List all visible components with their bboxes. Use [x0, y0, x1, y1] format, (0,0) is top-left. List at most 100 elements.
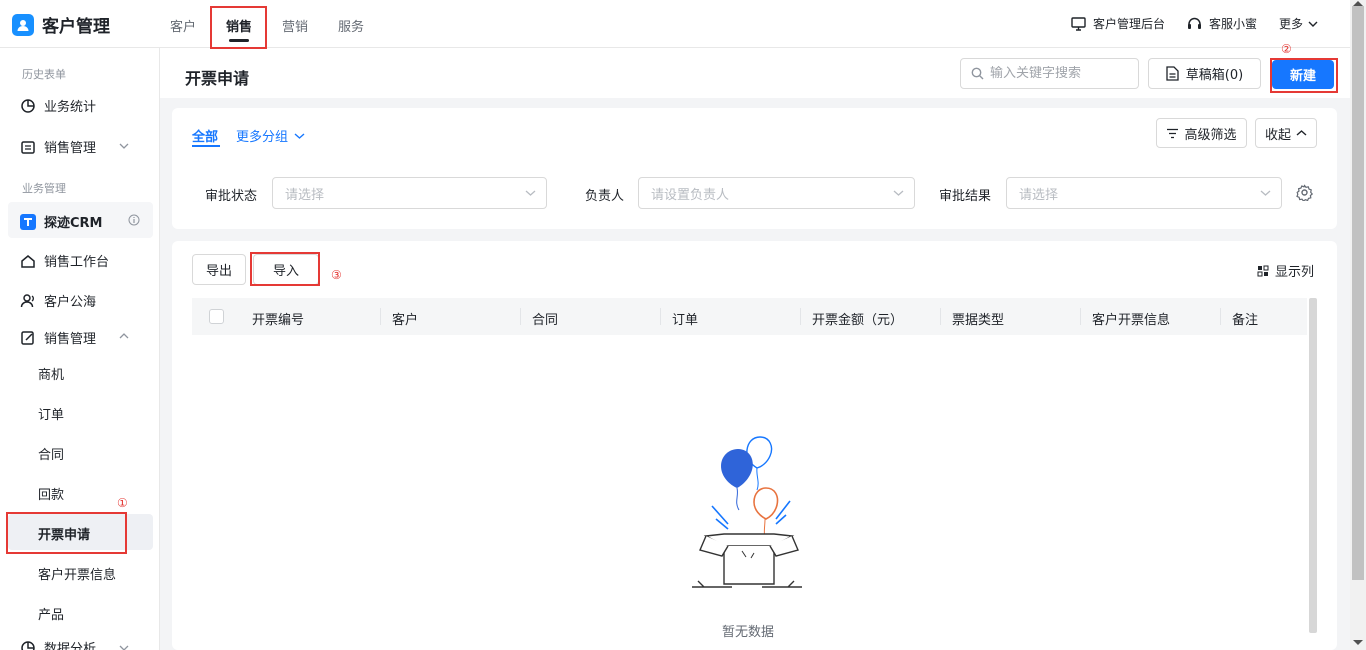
search-field[interactable]	[960, 58, 1139, 89]
info-icon[interactable]	[128, 214, 140, 226]
search-icon	[971, 67, 984, 80]
sidebar-item-stats[interactable]: 业务统计	[20, 96, 96, 115]
column-divider	[1080, 308, 1081, 325]
filter-icon	[1167, 128, 1179, 138]
users-icon	[20, 293, 34, 307]
table-scrollbar[interactable]	[1309, 298, 1317, 633]
column-divider	[380, 308, 381, 325]
chevron-down-icon[interactable]	[119, 142, 129, 150]
sidebar-sub-contracts[interactable]: 合同	[38, 444, 64, 463]
annotation-number-3: ③	[331, 268, 342, 282]
column-divider	[1220, 308, 1221, 325]
sidebar-sub-opportunity[interactable]: 商机	[38, 364, 64, 383]
chevron-down-icon[interactable]	[119, 644, 129, 650]
sidebar-item-sales-mgmt[interactable]: 销售管理	[20, 328, 96, 347]
page-title: 开票申请	[185, 69, 250, 88]
column-header[interactable]: 订单	[672, 309, 698, 328]
user-icon	[12, 13, 34, 36]
column-header[interactable]: 合同	[532, 309, 558, 328]
sidebar-item-label: 客户公海	[44, 295, 97, 310]
sidebar-item-label: 销售管理	[44, 141, 97, 156]
column-header[interactable]: 备注	[1232, 309, 1258, 328]
search-input[interactable]	[990, 66, 1130, 81]
column-divider	[520, 308, 521, 325]
column-header[interactable]: 开票金额（元）	[812, 309, 903, 328]
scroll-down-arrow[interactable]	[1353, 640, 1363, 645]
sidebar-item-label: 销售工作台	[44, 255, 110, 270]
sidebar-item-analysis[interactable]: 数据分析	[20, 638, 96, 650]
empty-box-illustration	[692, 436, 802, 588]
chevron-down-icon	[525, 190, 536, 196]
nav-tab-marketing[interactable]: 营销	[282, 16, 308, 35]
advanced-filter-button[interactable]: 高级筛选	[1156, 118, 1247, 148]
sidebar-sub-products[interactable]: 产品	[38, 604, 64, 623]
drafts-label: 草稿箱(0)	[1185, 68, 1244, 83]
sidebar-sub-orders[interactable]: 订单	[38, 404, 64, 423]
app-title: 客户管理	[42, 17, 110, 37]
approval-result-select[interactable]: 请选择	[1006, 177, 1282, 209]
nav-tab-customer[interactable]: 客户	[170, 16, 196, 35]
nav-tab-service[interactable]: 服务	[338, 16, 364, 35]
page-scrollbar-thumb[interactable]	[1352, 6, 1364, 580]
page-header: 开票申请 草稿箱(0) 新建	[160, 48, 1350, 98]
approval-result-label: 审批结果	[939, 189, 992, 204]
sidebar-sub-payments[interactable]: 回款	[38, 484, 64, 503]
annotation-box-import-button	[250, 252, 320, 286]
column-divider	[800, 308, 801, 325]
app-logo[interactable]: 客户管理	[12, 12, 110, 37]
customer-service-link[interactable]: 客服小蜜	[1187, 15, 1257, 32]
sidebar-item-label: 业务统计	[44, 100, 97, 115]
approval-status-select[interactable]: 请选择	[272, 177, 547, 209]
tab-all[interactable]: 全部	[192, 126, 218, 145]
sidebar-item-customer-pool[interactable]: 客户公海	[20, 291, 96, 310]
monitor-icon	[1071, 16, 1086, 31]
sidebar-item-sales-mgmt-history[interactable]: 销售管理	[20, 137, 96, 156]
chevron-down-icon	[294, 132, 305, 139]
annotation-box-new-button	[1270, 58, 1338, 93]
admin-console-link[interactable]: 客户管理后台	[1071, 15, 1165, 32]
sidebar-section-history: 历史表单	[22, 68, 66, 81]
select-all-checkbox[interactable]	[209, 309, 224, 324]
filter-panel: 全部 更多分组 高级筛选 收起 审批状态 请选择 负责人 请设置负责人 审批结果…	[172, 108, 1337, 229]
column-header[interactable]: 开票编号	[252, 309, 304, 328]
column-header[interactable]: 票据类型	[952, 309, 1004, 328]
annotation-number-2: ②	[1281, 42, 1292, 56]
advanced-filter-label: 高级筛选	[1184, 127, 1237, 143]
drafts-button[interactable]: 草稿箱(0)	[1148, 58, 1261, 89]
home-icon	[21, 254, 35, 268]
document-icon	[1166, 66, 1179, 81]
more-groups-label: 更多分组	[236, 130, 289, 145]
approval-result-placeholder: 请选择	[1019, 187, 1059, 203]
gear-icon[interactable]	[1296, 184, 1313, 201]
chevron-down-icon	[1260, 190, 1271, 196]
column-divider	[660, 308, 661, 325]
chevron-up-icon[interactable]	[119, 332, 129, 340]
collapse-label: 收起	[1264, 127, 1291, 143]
crm-app-title[interactable]: 探迹CRM	[20, 212, 103, 231]
column-divider	[940, 308, 941, 325]
chevron-up-icon	[1296, 130, 1307, 136]
chevron-down-icon	[893, 190, 904, 196]
owner-select[interactable]: 请设置负责人	[638, 177, 915, 209]
admin-console-label: 客户管理后台	[1093, 17, 1166, 31]
column-header[interactable]: 客户开票信息	[1092, 309, 1170, 328]
export-button[interactable]: 导出	[192, 254, 246, 285]
annotation-box-sales-tab	[210, 6, 267, 49]
approval-status-placeholder: 请选择	[285, 187, 325, 203]
empty-state-text: 暂无数据	[722, 625, 775, 640]
sidebar-item-workbench[interactable]: 销售工作台	[20, 251, 109, 270]
tab-more-groups[interactable]: 更多分组	[236, 126, 305, 145]
sidebar-item-label: 数据分析	[44, 642, 97, 650]
more-menu[interactable]: 更多	[1279, 15, 1318, 32]
crm-name: 探迹CRM	[44, 216, 103, 231]
edit-icon	[21, 330, 34, 345]
show-columns-button[interactable]: 显示列	[1257, 261, 1314, 280]
sidebar-sub-customer-invoice-info[interactable]: 客户开票信息	[38, 564, 116, 583]
top-navbar: 客户管理 客户 销售 营销 服务 客户管理后台 客服小蜜 更多	[0, 0, 1350, 48]
collapse-button[interactable]: 收起	[1255, 118, 1317, 148]
crm-logo-icon	[20, 213, 36, 230]
column-header[interactable]: 客户	[392, 309, 418, 328]
table-header: 开票编号 客户 合同 订单 开票金额（元） 票据类型 客户开票信息 备注	[192, 298, 1307, 335]
columns-icon	[1257, 265, 1269, 276]
approval-status-label: 审批状态	[205, 189, 258, 204]
